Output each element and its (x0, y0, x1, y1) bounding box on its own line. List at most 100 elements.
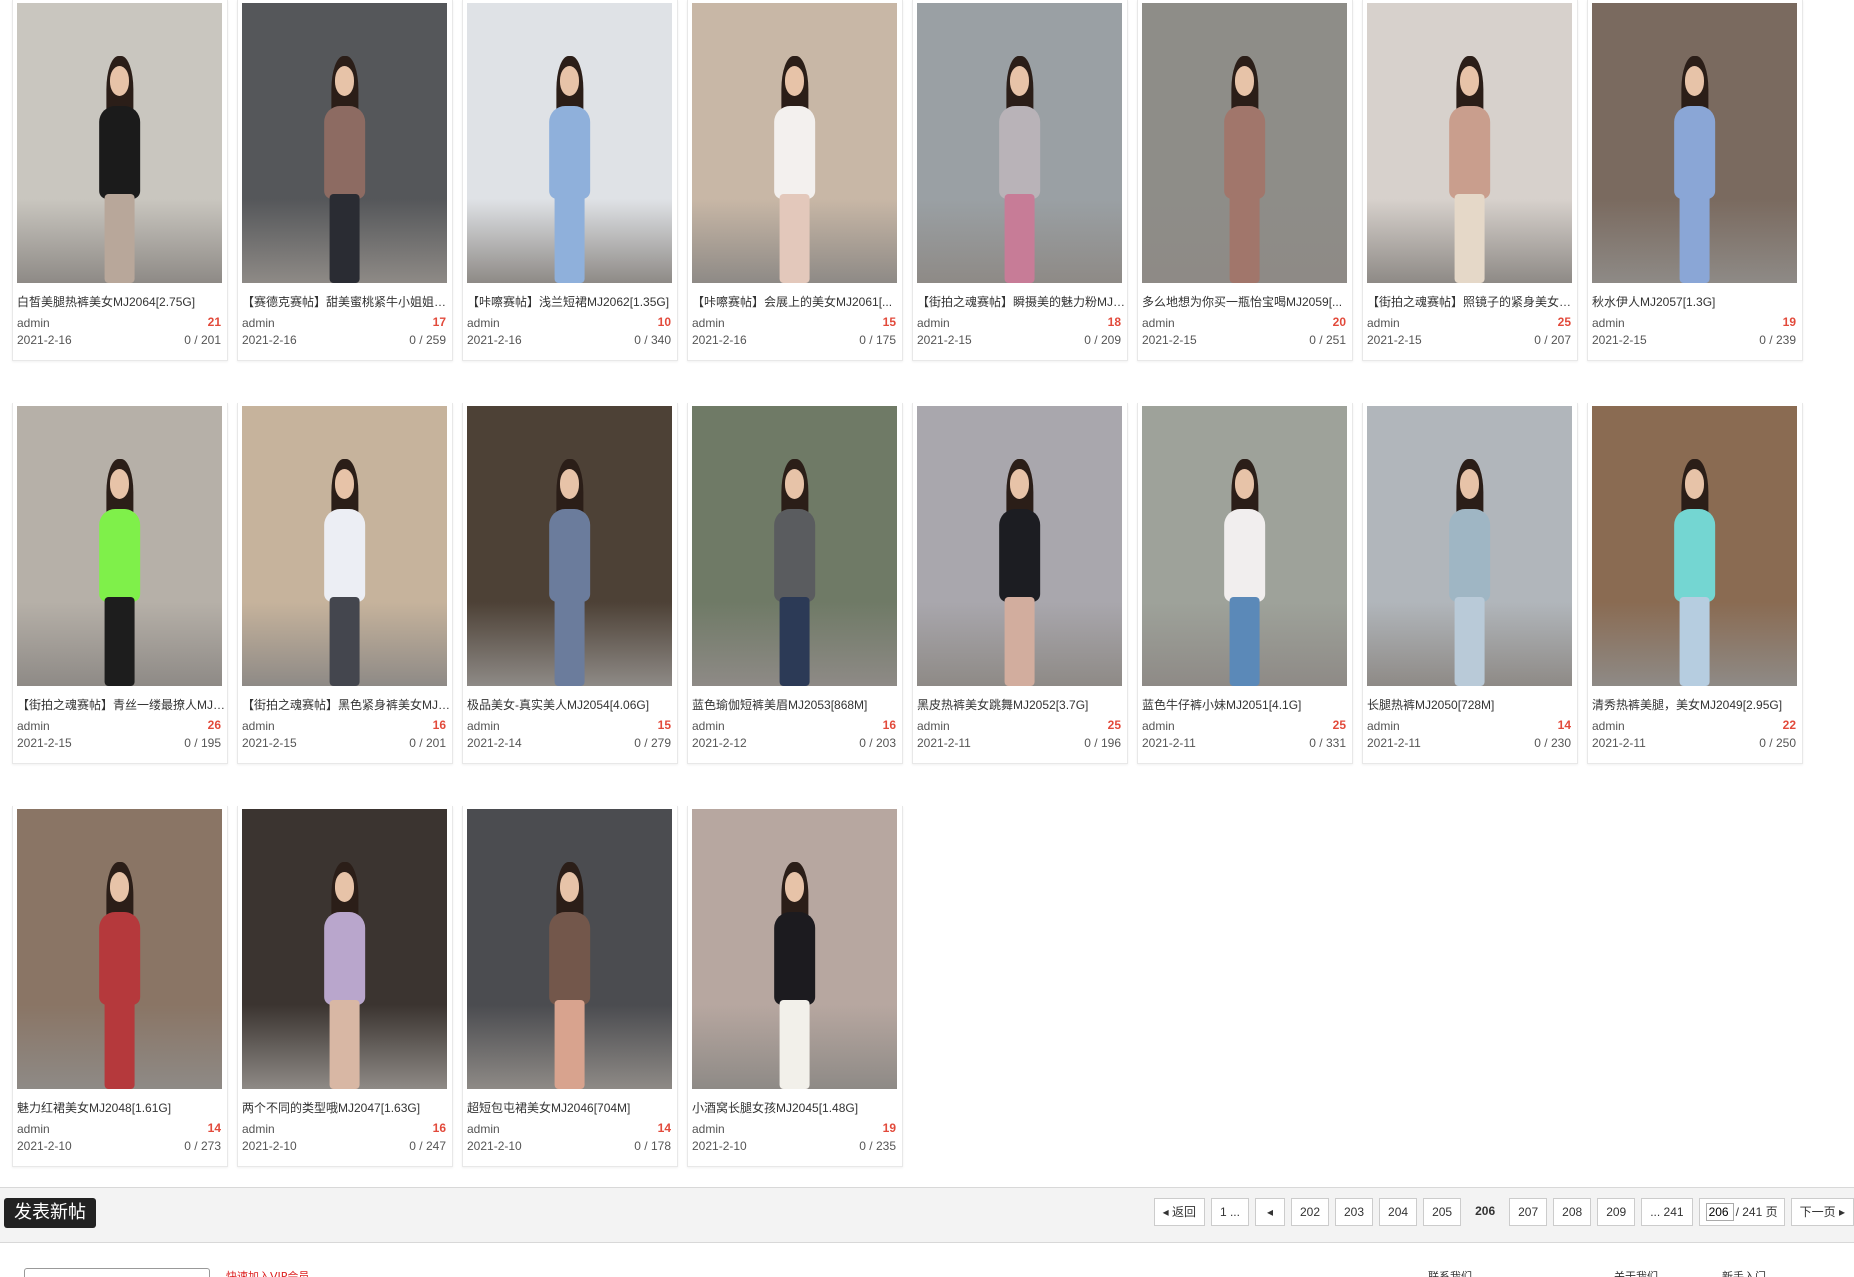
post-title[interactable]: 黑皮热裤美女跳舞MJ2052[3.7G] (917, 696, 1127, 713)
post-thumbnail[interactable] (242, 809, 447, 1089)
post-thumbnail[interactable] (1367, 3, 1572, 283)
post-card[interactable]: 【街拍之魂赛帖】青丝一缕最撩人MJ2056[... admin 26 2021-… (12, 403, 228, 764)
post-thumbnail[interactable] (692, 809, 897, 1089)
post-author[interactable]: admin (917, 316, 950, 330)
post-author[interactable]: admin (692, 316, 725, 330)
post-author[interactable]: admin (17, 316, 50, 330)
next-page-button[interactable]: 下一页 ▸ (1790, 1198, 1854, 1226)
page-first[interactable]: 1 ... (1210, 1198, 1249, 1226)
page-link[interactable]: 205 (1423, 1198, 1462, 1226)
post-author[interactable]: admin (1592, 316, 1625, 330)
post-card[interactable]: 【咔嚓赛帖】浅兰短裙MJ2062[1.35G] admin 10 2021-2-… (462, 0, 678, 361)
post-card[interactable]: 秋水伊人MJ2057[1.3G] admin 19 2021-2-15 0 / … (1587, 0, 1803, 361)
footer-vip-link[interactable]: 快速加入VIP会员 (226, 1268, 309, 1277)
post-card[interactable]: 蓝色瑜伽短裤美眉MJ2053[868M] admin 16 2021-2-12 … (687, 403, 903, 764)
post-title[interactable]: 长腿热裤MJ2050[728M] (1367, 696, 1577, 713)
post-thumbnail[interactable] (17, 809, 222, 1089)
post-thumbnail[interactable] (17, 3, 222, 283)
post-card[interactable]: 【咔嚓赛帖】会展上的美女MJ2061[... admin 15 2021-2-1… (687, 0, 903, 361)
post-card[interactable]: 长腿热裤MJ2050[728M] admin 14 2021-2-11 0 / … (1362, 403, 1578, 764)
post-author[interactable]: admin (467, 719, 500, 733)
post-author[interactable]: admin (242, 316, 275, 330)
post-thumbnail[interactable] (467, 809, 672, 1089)
post-title[interactable]: 魅力红裙美女MJ2048[1.61G] (17, 1099, 227, 1116)
post-thumbnail[interactable] (1367, 406, 1572, 686)
page-link[interactable]: 207 (1509, 1198, 1548, 1226)
post-thumbnail[interactable] (917, 3, 1122, 283)
footer-search-box[interactable] (24, 1268, 210, 1277)
post-title[interactable]: 极品美女-真实美人MJ2054[4.06G] (467, 696, 677, 713)
post-card[interactable]: 白皙美腿热裤美女MJ2064[2.75G] admin 21 2021-2-16… (12, 0, 228, 361)
post-thumbnail[interactable] (692, 406, 897, 686)
post-thumbnail[interactable] (242, 406, 447, 686)
post-card[interactable]: 多么地想为你买一瓶怡宝喝MJ2059[... admin 20 2021-2-1… (1137, 0, 1353, 361)
post-author[interactable]: admin (17, 1122, 50, 1136)
post-title[interactable]: 清秀热裤美腿，美女MJ2049[2.95G] (1592, 696, 1802, 713)
post-card[interactable]: 超短包屯裙美女MJ2046[704M] admin 14 2021-2-10 0… (462, 806, 678, 1167)
post-card[interactable]: 两个不同的类型哦MJ2047[1.63G] admin 16 2021-2-10… (237, 806, 453, 1167)
footer-link[interactable]: 关于我们 (1614, 1268, 1658, 1277)
post-thumbnail[interactable] (692, 3, 897, 283)
post-author[interactable]: admin (467, 316, 500, 330)
post-author[interactable]: admin (1592, 719, 1625, 733)
post-author[interactable]: admin (467, 1122, 500, 1136)
post-title[interactable]: 【街拍之魂赛帖】照镜子的紧身美女MJ2058[... (1367, 293, 1577, 310)
page-jump-input[interactable] (1705, 1203, 1734, 1221)
page-link[interactable]: 202 (1290, 1198, 1329, 1226)
post-title[interactable]: 【街拍之魂赛帖】黑色紧身裤美女MJ2055[... (242, 696, 452, 713)
post-card[interactable]: 魅力红裙美女MJ2048[1.61G] admin 14 2021-2-10 0… (12, 806, 228, 1167)
post-author[interactable]: admin (1367, 316, 1400, 330)
prev-page-button[interactable]: ◂ (1254, 1198, 1285, 1226)
post-title[interactable]: 【咔嚓赛帖】会展上的美女MJ2061[... (692, 293, 902, 310)
new-post-button[interactable]: 发表新帖 (4, 1198, 96, 1228)
post-author[interactable]: admin (1367, 719, 1400, 733)
back-button[interactable]: ◂ 返回 (1153, 1198, 1205, 1226)
post-title[interactable]: 多么地想为你买一瓶怡宝喝MJ2059[... (1142, 293, 1352, 310)
post-author[interactable]: admin (1142, 719, 1175, 733)
post-thumbnail[interactable] (917, 406, 1122, 686)
post-title[interactable]: 小酒窝长腿女孩MJ2045[1.48G] (692, 1099, 902, 1116)
post-author[interactable]: admin (17, 719, 50, 733)
post-title[interactable]: 秋水伊人MJ2057[1.3G] (1592, 293, 1802, 310)
post-author[interactable]: admin (692, 719, 725, 733)
page-link[interactable]: 209 (1597, 1198, 1636, 1226)
post-author[interactable]: admin (242, 719, 275, 733)
post-card[interactable]: 【街拍之魂赛帖】黑色紧身裤美女MJ2055[... admin 16 2021-… (237, 403, 453, 764)
post-thumbnail[interactable] (467, 3, 672, 283)
post-author[interactable]: admin (917, 719, 950, 733)
post-card[interactable]: 清秀热裤美腿，美女MJ2049[2.95G] admin 22 2021-2-1… (1587, 403, 1803, 764)
post-card[interactable]: 【赛德克赛帖】甜美蜜桃紧牛小姐姐MJ2063[... admin 17 2021… (237, 0, 453, 361)
post-title[interactable]: 两个不同的类型哦MJ2047[1.63G] (242, 1099, 452, 1116)
post-author[interactable]: admin (692, 1122, 725, 1136)
post-title[interactable]: 蓝色瑜伽短裤美眉MJ2053[868M] (692, 696, 902, 713)
footer-link[interactable]: 新手入门 (1722, 1268, 1766, 1277)
post-thumbnail[interactable] (242, 3, 447, 283)
post-author[interactable]: admin (1142, 316, 1175, 330)
footer-link[interactable]: 联系我们 (1428, 1268, 1472, 1277)
post-thumbnail[interactable] (1592, 406, 1797, 686)
post-card[interactable]: 黑皮热裤美女跳舞MJ2052[3.7G] admin 25 2021-2-11 … (912, 403, 1128, 764)
post-title[interactable]: 【街拍之魂赛帖】瞬摄美的魅力粉MJ2060[... (917, 293, 1127, 310)
post-title[interactable]: 蓝色牛仔裤小妹MJ2051[4.1G] (1142, 696, 1352, 713)
post-card[interactable]: 极品美女-真实美人MJ2054[4.06G] admin 15 2021-2-1… (462, 403, 678, 764)
post-thumbnail[interactable] (467, 406, 672, 686)
post-date: 2021-2-16 (17, 333, 72, 347)
post-thumbnail[interactable] (17, 406, 222, 686)
post-title[interactable]: 【咔嚓赛帖】浅兰短裙MJ2062[1.35G] (467, 293, 677, 310)
post-title[interactable]: 【赛德克赛帖】甜美蜜桃紧牛小姐姐MJ2063[... (242, 293, 452, 310)
page-link[interactable]: 203 (1335, 1198, 1374, 1226)
post-thumbnail[interactable] (1592, 3, 1797, 283)
post-title[interactable]: 白皙美腿热裤美女MJ2064[2.75G] (17, 293, 227, 310)
post-card[interactable]: 小酒窝长腿女孩MJ2045[1.48G] admin 19 2021-2-10 … (687, 806, 903, 1167)
page-link[interactable]: 208 (1553, 1198, 1592, 1226)
post-author[interactable]: admin (242, 1122, 275, 1136)
post-title[interactable]: 超短包屯裙美女MJ2046[704M] (467, 1099, 677, 1116)
page-link[interactable]: 204 (1379, 1198, 1418, 1226)
post-title[interactable]: 【街拍之魂赛帖】青丝一缕最撩人MJ2056[... (17, 696, 227, 713)
post-thumbnail[interactable] (1142, 406, 1347, 686)
post-card[interactable]: 【街拍之魂赛帖】照镜子的紧身美女MJ2058[... admin 25 2021… (1362, 0, 1578, 361)
post-card[interactable]: 蓝色牛仔裤小妹MJ2051[4.1G] admin 25 2021-2-11 0… (1137, 403, 1353, 764)
page-last[interactable]: ... 241 (1641, 1198, 1693, 1226)
post-thumbnail[interactable] (1142, 3, 1347, 283)
post-card[interactable]: 【街拍之魂赛帖】瞬摄美的魅力粉MJ2060[... admin 18 2021-… (912, 0, 1128, 361)
